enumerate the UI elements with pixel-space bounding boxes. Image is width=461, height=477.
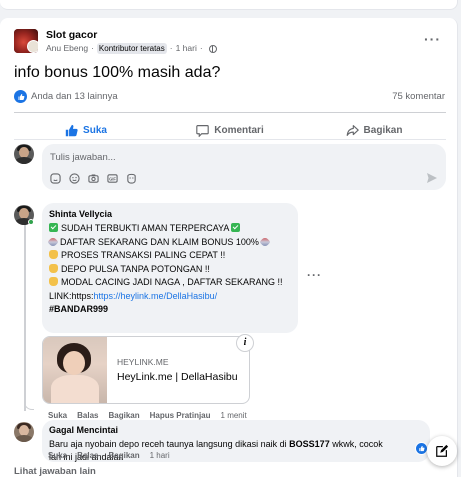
comment-line: MODAL CACING JADI NAGA , DAFTAR SEKARANG…	[61, 277, 283, 287]
view-more-replies[interactable]: Lihat jawaban lain	[14, 466, 96, 477]
comment-reply-button[interactable]: Balas	[77, 411, 98, 420]
comment-count[interactable]: 75 komentar	[392, 91, 445, 102]
comment-icon	[196, 124, 210, 137]
comment-actions: Suka Balas Bagikan Hapus Pratinjau 1 men…	[48, 411, 257, 420]
post-meta: Anu Ebeng · Kontributor teratas · 1 hari…	[46, 43, 217, 54]
like-button[interactable]: Suka	[14, 115, 158, 145]
reply-composer[interactable]: Tulis jawaban... GIF	[42, 144, 446, 190]
reactions-summary[interactable]: Anda dan 13 lainnya	[14, 90, 118, 103]
edit-icon	[436, 444, 449, 457]
comment-actions: Suka Balas Bagikan 1 hari	[48, 451, 180, 460]
comment-time[interactable]: 1 hari	[150, 451, 170, 460]
share-button[interactable]: Bagikan	[302, 115, 446, 145]
divider	[14, 112, 446, 113]
comment-button[interactable]: Komentari	[158, 115, 302, 145]
commenter-avatar	[14, 422, 34, 442]
comment-like-reaction-icon[interactable]	[415, 442, 428, 455]
globe-icon	[208, 44, 217, 53]
comment-like-button[interactable]: Suka	[48, 411, 67, 420]
post-time[interactable]: 1 hari	[176, 43, 197, 54]
new-message-button[interactable]	[427, 436, 457, 466]
divider	[14, 139, 446, 140]
sticker-icon[interactable]	[50, 173, 61, 184]
compose-avatar[interactable]	[14, 144, 34, 164]
share-label: Bagikan	[363, 124, 403, 136]
comment-line: PROSES TRANSAKSI PALING CEPAT !!	[61, 250, 226, 260]
camera-icon[interactable]	[88, 173, 99, 184]
post-card: Slot gacor Anu Ebeng · Kontributor terat…	[0, 18, 458, 477]
link-preview-card[interactable]: HEYLINK.ME HeyLink.me | DellaHasibu	[42, 336, 250, 404]
comment-label: Komentari	[214, 124, 264, 136]
post-text: info bonus 100% masih ada?	[14, 64, 221, 81]
link-preview-domain: HEYLINK.ME	[117, 357, 169, 367]
link-prefix: LINK:https:	[49, 290, 94, 301]
comment-link[interactable]: https://heylink.me/DellaHasibu/	[94, 291, 218, 301]
comment-body: SUDAH TERBUKTI AMAN TERPERCAYA DAFTAR SE…	[47, 222, 295, 317]
link-preview-title: HeyLink.me | DellaHasibu	[117, 371, 238, 383]
separator-dot: ·	[91, 43, 94, 53]
send-icon[interactable]	[426, 172, 438, 184]
previous-post-card	[0, 0, 458, 10]
hashtag[interactable]: #BANDAR999	[49, 304, 108, 314]
comment-line: DAFTAR SEKARANG DAN KLAIM BONUS 100%	[60, 236, 259, 247]
comment-avatar[interactable]	[14, 422, 34, 442]
hand-icon	[49, 263, 58, 273]
avatar-sticker-icon[interactable]	[126, 173, 137, 184]
share-icon	[346, 124, 359, 136]
comment-line: DEPO PULSA TANPA POTONGAN !!	[61, 263, 210, 274]
rocket-icon	[259, 235, 272, 248]
hand-icon	[49, 277, 58, 286]
gif-icon[interactable]: GIF	[107, 173, 118, 184]
comment-author[interactable]: Shinta Vellycia	[49, 209, 295, 220]
comment-bubble: Shinta Vellycia SUDAH TERBUKTI AMAN TERP…	[42, 203, 298, 333]
comment-text-bold: BOSS177	[289, 439, 330, 449]
hand-icon	[49, 250, 58, 259]
comment-avatar[interactable]	[14, 205, 34, 225]
thread-connector	[24, 398, 34, 410]
top-contributor-badge[interactable]: Kontributor teratas	[96, 43, 167, 54]
comment-text: wkwk, cocok	[329, 439, 383, 449]
reply-input[interactable]: Tulis jawaban...	[50, 152, 116, 163]
comment-text: Baru aja nyobain depo receh taunya langs…	[49, 439, 290, 449]
emoji-icon[interactable]	[69, 173, 80, 184]
group-name[interactable]: Slot gacor	[46, 29, 217, 41]
thumbs-up-icon	[65, 124, 78, 136]
group-avatar[interactable]	[14, 29, 38, 53]
post-options-icon[interactable]: ···	[424, 32, 441, 46]
link-preview-image	[43, 337, 107, 403]
remove-preview-button[interactable]: Hapus Pratinjau	[150, 411, 211, 420]
comment-time[interactable]: 1 menit	[221, 411, 247, 420]
comment-share-button[interactable]: Bagikan	[108, 451, 139, 460]
rocket-icon	[47, 235, 59, 248]
thread-line	[24, 211, 26, 411]
check-mark-icon	[231, 223, 241, 232]
comment-like-button[interactable]: Suka	[48, 451, 67, 460]
like-reaction-icon	[14, 90, 27, 103]
post-actions: Suka Komentari Bagikan	[14, 115, 446, 145]
composer-tools: GIF	[50, 173, 145, 184]
comment-options-icon[interactable]: ···	[307, 269, 322, 281]
like-label: Suka	[83, 124, 107, 136]
reactions-text: Anda dan 13 lainnya	[31, 91, 118, 102]
comment-share-button[interactable]: Bagikan	[108, 411, 139, 420]
post-header: Slot gacor Anu Ebeng · Kontributor terat…	[14, 29, 217, 54]
online-indicator	[28, 219, 34, 225]
check-mark-icon	[49, 223, 58, 232]
author-name[interactable]: Anu Ebeng	[46, 43, 88, 54]
svg-text:GIF: GIF	[109, 176, 116, 181]
user-avatar	[14, 144, 34, 164]
comment-author[interactable]: Gagal Mencintai	[49, 425, 427, 436]
separator-dot: ·	[169, 43, 173, 53]
separator-dot: ·	[199, 43, 203, 53]
comment-reply-button[interactable]: Balas	[77, 451, 98, 460]
comment-line: SUDAH TERBUKTI AMAN TERPERCAYA	[61, 223, 229, 233]
info-icon[interactable]: i	[236, 334, 254, 352]
